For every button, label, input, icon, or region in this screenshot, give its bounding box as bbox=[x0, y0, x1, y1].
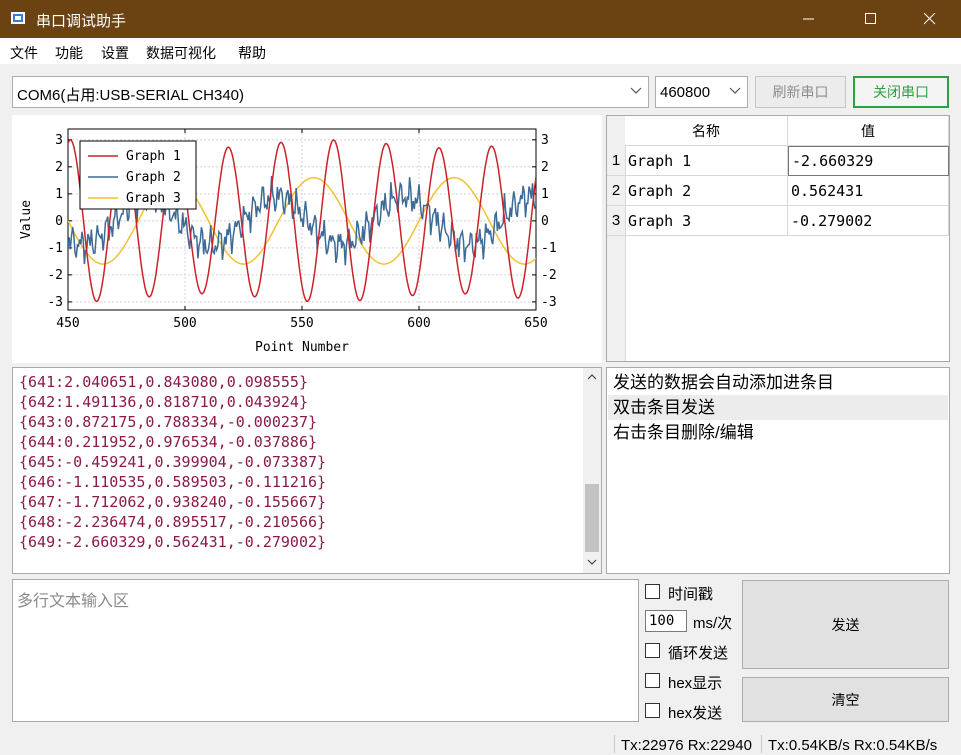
menu-file[interactable]: 文件 bbox=[10, 43, 38, 63]
value-table: 名称 值 1 Graph 1 -2.660329 2 Graph 2 0.562… bbox=[606, 115, 950, 362]
title-bar: 串口调试助手 bbox=[0, 0, 961, 38]
log-line: {646:-1.110535,0.589503,-0.111216} bbox=[19, 473, 327, 491]
menu-bar: 文件 功能 设置 数据可视化 帮助 bbox=[0, 38, 961, 64]
close-port-button[interactable]: 关闭串口 bbox=[853, 76, 949, 108]
x-tick-label: 600 bbox=[407, 316, 430, 331]
menu-settings[interactable]: 设置 bbox=[101, 43, 129, 63]
log-line: {647:-1.712062,0.938240,-0.155667} bbox=[19, 493, 327, 511]
chevron-down-icon bbox=[630, 87, 642, 94]
y-tick-label: 2 bbox=[541, 160, 549, 175]
row-index: 2 bbox=[607, 176, 625, 206]
timestamp-checkbox[interactable] bbox=[645, 584, 660, 599]
status-bar: Tx:22976 Rx:22940 Tx:0.54KB/s Rx:0.54KB/… bbox=[0, 733, 961, 755]
loop-send-checkbox[interactable] bbox=[645, 643, 660, 658]
y-tick-label: -3 bbox=[541, 295, 557, 310]
log-line: {645:-0.459241,0.399904,-0.073387} bbox=[19, 453, 327, 471]
table-cell-value[interactable]: -0.279002 bbox=[788, 206, 949, 236]
y-tick-label: 1 bbox=[541, 187, 549, 202]
close-window-button[interactable] bbox=[907, 0, 953, 38]
list-item[interactable]: 双击条目发送 bbox=[608, 395, 948, 420]
log-line: {644:0.211952,0.976534,-0.037886} bbox=[19, 433, 318, 451]
interval-unit-label: ms/次 bbox=[693, 615, 733, 632]
y-axis-label: Value bbox=[19, 200, 34, 239]
x-tick-label: 500 bbox=[173, 316, 196, 331]
x-axis-label: Point Number bbox=[255, 340, 349, 355]
send-history-list[interactable]: 发送的数据会自动添加进条目 双击条目发送 右击条目删除/编辑 bbox=[606, 367, 950, 574]
close-icon bbox=[924, 13, 936, 25]
log-line: {648:-2.236474,0.895517,-0.210566} bbox=[19, 513, 327, 531]
y-tick-label: 3 bbox=[541, 133, 549, 148]
list-item[interactable]: 右击条目删除/编辑 bbox=[608, 420, 948, 445]
y-tick-label: -1 bbox=[47, 241, 63, 256]
window-title: 串口调试助手 bbox=[36, 13, 127, 30]
port-select[interactable]: COM6(占用:USB-SERIAL CH340) bbox=[12, 76, 649, 108]
x-tick-label: 650 bbox=[524, 316, 547, 331]
y-tick-label: -1 bbox=[541, 241, 557, 256]
y-tick-label: 3 bbox=[55, 133, 63, 148]
x-tick-label: 450 bbox=[56, 316, 79, 331]
timestamp-label: 时间戳 bbox=[668, 586, 714, 603]
y-tick-label: 2 bbox=[55, 160, 63, 175]
log-line: {643:0.872175,0.788334,-0.000237} bbox=[19, 413, 318, 431]
refresh-port-button[interactable]: 刷新串口 bbox=[755, 76, 846, 108]
receive-log[interactable]: {641:2.040651,0.843080,0.098555} {642:1.… bbox=[12, 367, 602, 574]
send-button[interactable]: 发送 bbox=[742, 580, 949, 669]
app-icon bbox=[11, 12, 25, 24]
input-panel bbox=[12, 579, 639, 722]
hex-send-label: hex发送 bbox=[668, 705, 723, 722]
table-cell-name[interactable]: Graph 1 bbox=[625, 146, 788, 176]
port-select-value: COM6(占用:USB-SERIAL CH340) bbox=[17, 87, 244, 104]
chart-panel: 450 500 550 600 650 3 3 2 2 1 1 0 0 -1 -1 -2 -2 -3 -3 Point… bbox=[12, 115, 602, 363]
table-cell-name[interactable]: Graph 3 bbox=[625, 206, 788, 236]
loop-send-label: 循环发送 bbox=[668, 645, 729, 662]
log-line: {649:-2.660329,0.562431,-0.279002} bbox=[19, 533, 327, 551]
log-scrollbar[interactable] bbox=[583, 368, 601, 573]
legend-entry: Graph 1 bbox=[126, 149, 181, 164]
list-item[interactable]: 发送的数据会自动添加进条目 bbox=[608, 370, 948, 395]
send-text-input[interactable] bbox=[13, 580, 638, 721]
table-cell-value[interactable]: 0.562431 bbox=[788, 176, 949, 206]
line-chart: 450 500 550 600 650 3 3 2 2 1 1 0 0 -1 -1 -2 -2 -3 -3 Point… bbox=[19, 128, 557, 355]
baud-select-value: 460800 bbox=[660, 84, 711, 101]
log-line: {641:2.040651,0.843080,0.098555} bbox=[19, 373, 308, 391]
y-tick-label: -2 bbox=[47, 268, 63, 283]
y-tick-label: 0 bbox=[541, 214, 549, 229]
y-tick-label: 0 bbox=[55, 214, 63, 229]
chevron-up-icon bbox=[587, 374, 597, 380]
baud-select[interactable]: 460800 bbox=[655, 76, 748, 108]
status-transfer-rates: Tx:0.54KB/s Rx:0.54KB/s bbox=[768, 737, 938, 754]
minimize-button[interactable] bbox=[786, 0, 832, 38]
interval-input[interactable]: 100 bbox=[645, 610, 687, 632]
clear-button[interactable]: 清空 bbox=[742, 677, 949, 722]
table-cell-name[interactable]: Graph 2 bbox=[625, 176, 788, 206]
y-tick-label: 1 bbox=[55, 187, 63, 202]
hex-display-label: hex显示 bbox=[668, 675, 723, 692]
maximize-button[interactable] bbox=[848, 0, 894, 38]
y-tick-label: -3 bbox=[47, 295, 63, 310]
x-tick-label: 550 bbox=[290, 316, 313, 331]
row-index: 3 bbox=[607, 206, 625, 236]
status-separator bbox=[614, 735, 615, 753]
hex-send-checkbox[interactable] bbox=[645, 703, 660, 718]
column-header-value[interactable]: 值 bbox=[788, 116, 949, 146]
status-byte-counts: Tx:22976 Rx:22940 bbox=[621, 737, 752, 754]
column-header-name[interactable]: 名称 bbox=[625, 116, 788, 146]
status-separator bbox=[761, 735, 762, 753]
chevron-down-icon bbox=[587, 559, 597, 565]
menu-help[interactable]: 帮助 bbox=[238, 43, 266, 63]
log-line: {642:1.491136,0.818710,0.043924} bbox=[19, 393, 308, 411]
maximize-icon bbox=[865, 13, 876, 24]
menu-data-visualization[interactable]: 数据可视化 bbox=[146, 43, 216, 63]
scrollbar-thumb[interactable] bbox=[585, 484, 599, 552]
minimize-icon bbox=[803, 18, 814, 20]
menu-function[interactable]: 功能 bbox=[55, 43, 83, 63]
hex-display-checkbox[interactable] bbox=[645, 673, 660, 688]
legend-entry: Graph 2 bbox=[126, 170, 181, 185]
row-index: 1 bbox=[607, 146, 625, 176]
chevron-down-icon bbox=[729, 87, 741, 94]
y-tick-label: -2 bbox=[541, 268, 557, 283]
legend-entry: Graph 3 bbox=[126, 191, 181, 206]
table-cell-value[interactable]: -2.660329 bbox=[788, 146, 949, 176]
